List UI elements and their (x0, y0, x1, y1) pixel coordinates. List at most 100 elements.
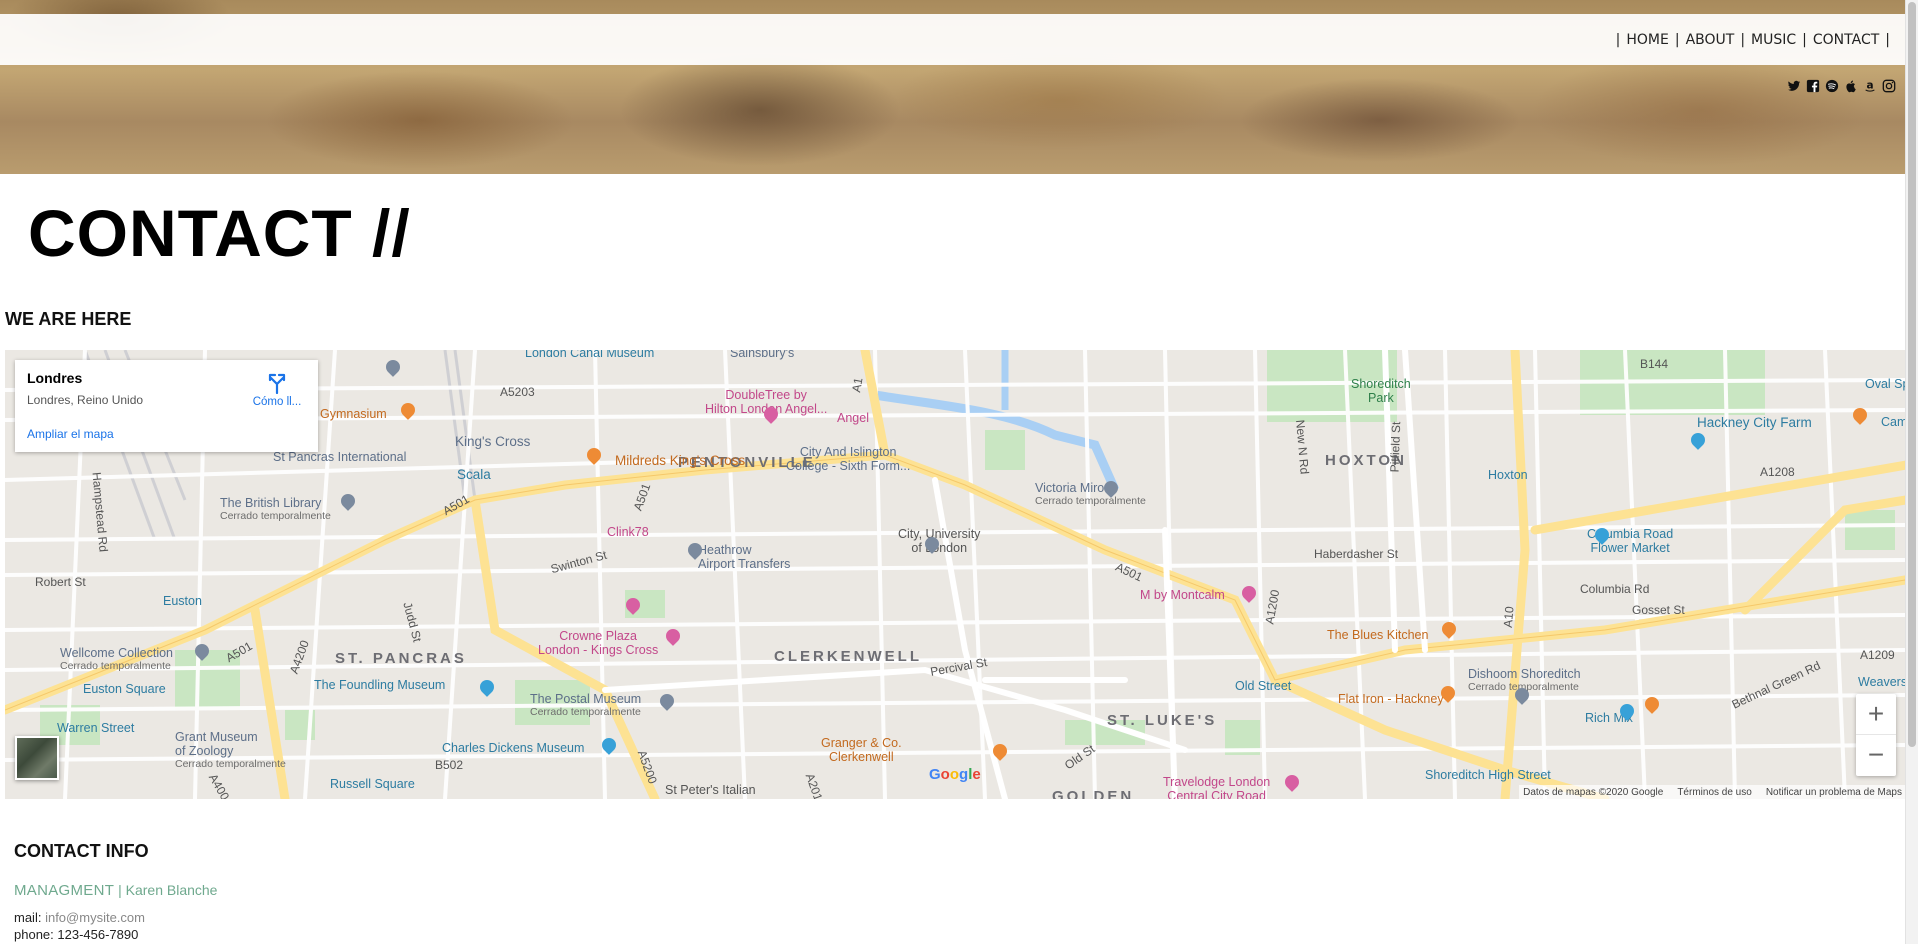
map-road-label: Pitfield St (1387, 421, 1404, 473)
map-poi-label: Gymnasium (320, 407, 387, 421)
terms-link[interactable]: Términos de uso (1677, 787, 1751, 798)
satellite-toggle[interactable] (15, 736, 59, 780)
map-poi-label: Euston (163, 594, 202, 608)
map-poi-label: The Postal Museum Cerrado temporalmente (530, 692, 642, 718)
mail-line: mail: info@mysite.com (14, 910, 145, 925)
page-scrollbar[interactable] (1905, 0, 1918, 944)
map-poi-label: Heathrow Airport Transfers (698, 543, 791, 571)
nav-separator: | (1802, 31, 1807, 48)
section-heading-location: WE ARE HERE (5, 309, 132, 329)
map-road-label: A1209 (1860, 648, 1895, 662)
view-larger-map-link[interactable]: Ampliar el mapa (27, 427, 114, 441)
map-road-label: B502 (435, 758, 464, 772)
map-poi-label: Charles Dickens Museum (442, 741, 585, 755)
map-poi-label: Angel (837, 411, 869, 425)
section-heading-contact-info: CONTACT INFO (14, 841, 149, 861)
report-problem-link[interactable]: Notificar un problema de Maps (1766, 787, 1902, 798)
map-road-label: A1 (849, 376, 866, 394)
map-poi-label: Granger & Co. Clerkenwell (821, 736, 902, 764)
nav-music[interactable]: MUSIC (1751, 32, 1796, 48)
directions-label: Cómo ll... (252, 396, 302, 408)
facebook-icon[interactable] (1805, 78, 1820, 93)
amazon-icon[interactable]: a (1862, 78, 1877, 93)
map-poi-label: Victoria Miro Cerrado temporalmente (1035, 481, 1146, 507)
instagram-icon[interactable] (1881, 78, 1896, 93)
map-area-label: CLERKENWELL (774, 648, 922, 665)
phone-label: phone: (14, 927, 54, 942)
map-poi-label: Wellcome Collection Cerrado temporalmente (60, 646, 174, 672)
svg-text:a: a (1866, 79, 1873, 91)
map-poi-label: Grant Museum of Zoology Cerrado temporalme… (175, 730, 286, 770)
map-poi-label: King's Cross (455, 434, 531, 449)
nav-about[interactable]: ABOUT (1686, 32, 1735, 48)
map-poi-label: St Peter's Italian (665, 783, 756, 797)
map-poi-label: Sainsbury's (730, 350, 795, 360)
map-road-label: A10 (1500, 605, 1517, 629)
google-map[interactable]: PENTONVILLE HOXTON ST. PANCRAS CLERKENWE… (5, 350, 1906, 799)
directions-button[interactable]: Cómo ll... (247, 372, 307, 408)
map-poi-label: Weavers (1858, 675, 1906, 689)
map-info-card: Londres Londres, Reino Unido Cómo ll... … (15, 360, 318, 452)
map-poi-label: Mildreds King's Cross (615, 453, 746, 468)
map-data-credit: Datos de mapas ©2020 Google (1523, 786, 1664, 798)
map-poi-label: Shoreditch Park (1351, 377, 1411, 405)
twitter-icon[interactable] (1786, 78, 1801, 93)
map-poi-label: Clink78 (607, 525, 649, 539)
zoom-in-button[interactable]: + (1856, 694, 1896, 734)
phone-value: 123-456-7890 (57, 927, 139, 942)
map-poi-label: M by Montcalm (1140, 588, 1225, 602)
map-poi-label: Travelodge London Central City Road (1163, 775, 1271, 799)
google-logo: Google (929, 766, 981, 783)
scrollbar-thumb[interactable] (1908, 2, 1916, 747)
map-poi-label: The British Library Cerrado temporalmente (220, 496, 331, 522)
map-place-address: Londres, Reino Unido (27, 393, 144, 407)
map-poi-label: Shoreditch High Street (1425, 768, 1551, 782)
map-area-label: GOLDEN (1052, 788, 1135, 799)
social-bar: a (1786, 78, 1896, 93)
map-poi-label: Hoxton (1488, 468, 1528, 482)
map-road-label: Robert St (35, 575, 86, 589)
map-place-name: Londres (27, 370, 83, 386)
nav-separator: | (1885, 31, 1890, 48)
map-attribution: Datos de mapas ©2020 Google Términos de … (1519, 785, 1906, 799)
map-poi-label: The Blues Kitchen (1327, 628, 1429, 642)
map-poi-label: City, University of London (898, 527, 981, 555)
page-title: CONTACT // (28, 196, 411, 270)
map-poi-label: Euston Square (83, 682, 166, 696)
map-area-label: ST. PANCRAS (335, 650, 467, 667)
map-road-label: A1208 (1760, 465, 1795, 479)
map-poi-label: Scala (457, 467, 491, 482)
management-line: MANAGMENT | Karen Blanche (14, 882, 217, 899)
map-road-label: A5203 (500, 385, 535, 399)
map-poi-label: The Foundling Museum (314, 678, 446, 692)
zoom-controls: + − (1856, 694, 1896, 776)
map-poi-label: Warren Street (57, 721, 135, 735)
page: | HOME | ABOUT | MUSIC | CONTACT | a CON… (0, 0, 1906, 944)
map-poi-label: Flat Iron - Hackney (1338, 692, 1444, 706)
map-poi-label: London Canal Museum (525, 350, 655, 360)
directions-icon (268, 373, 286, 394)
nav-contact[interactable]: CONTACT (1813, 32, 1879, 48)
phone-line: phone: 123-456-7890 (14, 927, 138, 942)
map-poi-label: Crowne Plaza London - Kings Cross (538, 629, 659, 657)
top-navbar: | HOME | ABOUT | MUSIC | CONTACT | (0, 14, 1906, 65)
map-poi-label: Cam (1881, 415, 1906, 429)
mail-link[interactable]: info@mysite.com (45, 910, 145, 925)
nav-separator: | (1674, 31, 1680, 48)
main-nav: | HOME | ABOUT | MUSIC | CONTACT | (1610, 14, 1896, 65)
apple-icon[interactable] (1843, 78, 1858, 93)
spotify-icon[interactable] (1824, 78, 1839, 93)
map-poi-label: Russell Square (330, 777, 415, 791)
nav-separator: | (1740, 31, 1746, 48)
zoom-out-button[interactable]: − (1856, 734, 1896, 775)
nav-home[interactable]: HOME (1626, 32, 1668, 48)
map-road-label: Gosset St (1632, 603, 1685, 617)
map-road-label: Haberdasher St (1314, 547, 1399, 561)
map-poi-label: Old Street (1235, 679, 1292, 693)
management-label: MANAGMENT (14, 882, 115, 899)
map-poi-label: City And Islington College - Sixth Form..… (786, 445, 911, 473)
map-road-label: B144 (1640, 357, 1669, 371)
map-poi-label: St Pancras International (273, 450, 407, 464)
nav-separator: | (1615, 31, 1621, 48)
management-name: Karen Blanche (125, 882, 218, 898)
